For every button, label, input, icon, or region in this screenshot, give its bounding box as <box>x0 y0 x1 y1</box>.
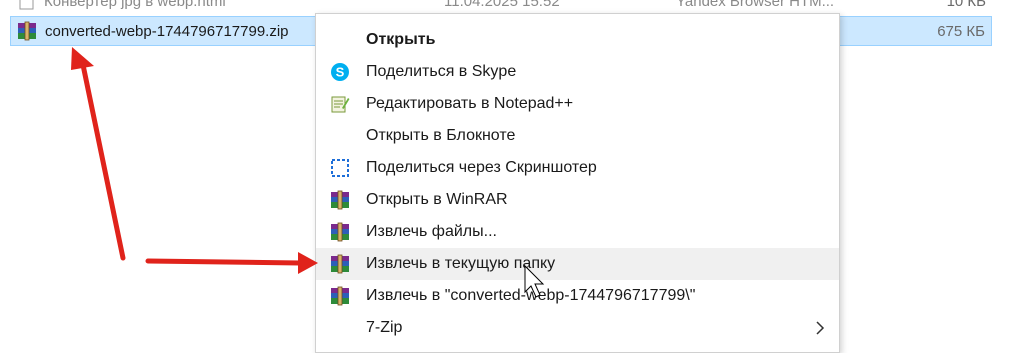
file-date: 11.04.2025 15:52 <box>444 0 560 10</box>
menu-item-7zip[interactable]: 7-Zip <box>316 312 839 344</box>
file-size: 675 КБ <box>937 22 985 40</box>
notepad-plus-plus-icon <box>330 94 350 114</box>
menu-item-edit-notepadpp[interactable]: Редактировать в Notepad++ <box>316 88 839 120</box>
screenshot-icon <box>330 158 350 178</box>
menu-item-label: Извлечь в текущую папку <box>366 255 556 272</box>
menu-item-label: Открыть в Блокноте <box>366 127 516 144</box>
menu-item-open-notepad[interactable]: Открыть в Блокноте <box>316 120 839 152</box>
winrar-icon <box>330 222 350 242</box>
winrar-icon <box>330 190 350 210</box>
winrar-icon <box>330 286 350 306</box>
menu-item-label: Извлечь в "converted-webp-1744796717799\… <box>366 287 696 304</box>
context-menu: Открыть S Поделиться в Skype Редактирова… <box>315 13 840 353</box>
file-size: 10 КБ <box>946 0 986 10</box>
menu-item-label: 7-Zip <box>366 319 403 336</box>
red-arrow-up-icon <box>71 47 126 261</box>
menu-item-label: Поделиться через Скриншотер <box>366 159 597 176</box>
menu-item-label: Поделиться в Skype <box>366 63 517 80</box>
chevron-right-icon <box>816 321 825 335</box>
file-name: converted-webp-1744796717799.zip <box>45 22 289 40</box>
menu-item-open-winrar[interactable]: Открыть в WinRAR <box>316 184 839 216</box>
menu-item-label: Редактировать в Notepad++ <box>366 95 574 112</box>
menu-item-extract-to-folder[interactable]: Извлечь в "converted-webp-1744796717799\… <box>316 280 839 312</box>
winrar-archive-icon <box>18 21 36 41</box>
file-name: Конвертер jpg в webp.html <box>44 0 226 10</box>
file-type: Yandex Browser HTM... <box>676 0 835 10</box>
menu-item-label: Открыть <box>366 31 436 48</box>
winrar-icon <box>330 254 350 274</box>
menu-item-open[interactable]: Открыть <box>316 24 839 56</box>
menu-item-extract-here[interactable]: Извлечь в текущую папку <box>316 248 839 280</box>
html-file-icon <box>19 0 34 10</box>
menu-item-share-skype[interactable]: S Поделиться в Skype <box>316 56 839 88</box>
menu-item-share-screenshoter[interactable]: Поделиться через Скриншотер <box>316 152 839 184</box>
red-arrow-right-icon <box>145 252 318 274</box>
svg-text:S: S <box>336 65 345 80</box>
menu-item-extract-files[interactable]: Извлечь файлы... <box>316 216 839 248</box>
skype-icon: S <box>330 62 350 82</box>
menu-item-label: Открыть в WinRAR <box>366 191 508 208</box>
menu-item-label: Извлечь файлы... <box>366 223 497 240</box>
